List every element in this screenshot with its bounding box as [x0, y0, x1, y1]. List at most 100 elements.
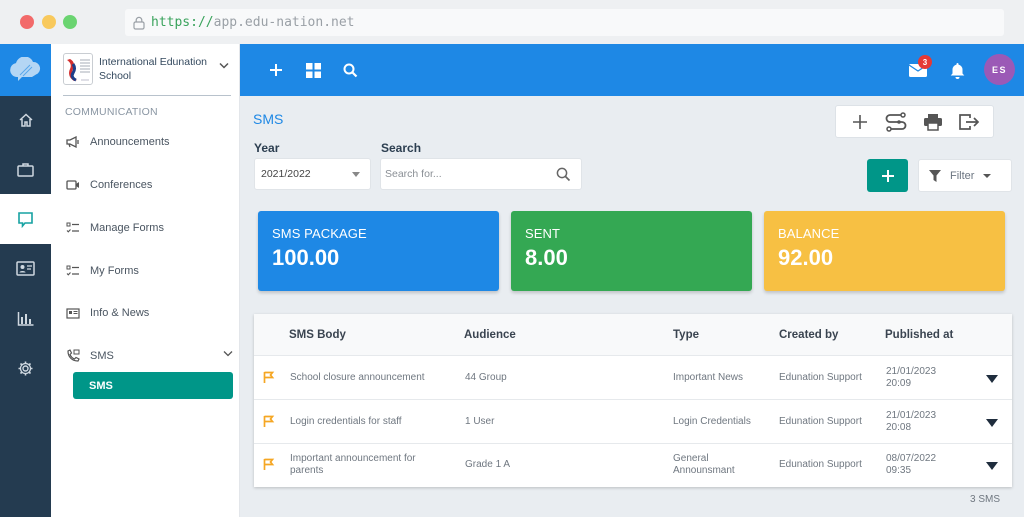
- column-header-published-at[interactable]: Published at: [885, 329, 953, 341]
- row-expand-caret-icon[interactable]: [986, 462, 998, 470]
- sidebar-item-conferences[interactable]: Conferences: [65, 173, 235, 197]
- rail-settings[interactable]: [0, 344, 51, 392]
- cell-published-at: 21/01/2023 20:08: [886, 410, 936, 434]
- rail-communication[interactable]: [0, 195, 51, 243]
- cell-sms-body: School closure announcement: [290, 372, 425, 383]
- sidebar-item-announcements[interactable]: Announcements: [65, 130, 235, 154]
- year-label: Year: [254, 141, 280, 155]
- search-label: Search: [381, 141, 422, 155]
- megaphone-icon: [66, 136, 79, 148]
- cloud-logo-icon: [9, 57, 40, 81]
- add-sms-button[interactable]: [867, 159, 908, 192]
- search-input[interactable]: [381, 168, 551, 180]
- filter-icon: [929, 169, 941, 182]
- icon-rail: [0, 44, 51, 517]
- id-card-icon: [16, 260, 35, 276]
- url-scheme: https://: [151, 15, 214, 30]
- bar-chart-icon: [17, 311, 34, 326]
- address-bar[interactable]: https://app.edu-nation.net: [125, 9, 1004, 36]
- sidebar-subitem-label: SMS: [89, 379, 113, 392]
- sidebar-subitem-sms[interactable]: SMS: [73, 372, 233, 399]
- add-action-button[interactable]: [847, 110, 873, 134]
- plus-icon: [270, 64, 282, 76]
- top-bar: 3 ES: [240, 44, 1024, 96]
- card-value: 8.00: [525, 245, 568, 270]
- minimize-window-button[interactable]: [42, 15, 56, 29]
- caret-down-icon: [983, 173, 992, 178]
- lock-icon: [133, 16, 145, 30]
- table-row[interactable]: Login credentials for staff 1 User Login…: [254, 401, 1012, 444]
- sidebar-item-info-news[interactable]: Info & News: [65, 301, 235, 325]
- quick-add-button[interactable]: [264, 58, 288, 82]
- rail-briefcase[interactable]: [0, 145, 51, 193]
- row-expand-caret-icon[interactable]: [986, 375, 998, 383]
- sidebar-item-manage-forms[interactable]: Manage Forms: [65, 216, 235, 240]
- gear-icon: [18, 361, 33, 375]
- maximize-window-button[interactable]: [63, 15, 77, 29]
- column-header-type[interactable]: Type: [673, 329, 699, 341]
- cell-type: General Announsmant: [673, 453, 735, 476]
- school-name: International Edunation School: [99, 56, 207, 82]
- bell-icon: [950, 62, 964, 79]
- checklist-icon: [66, 222, 79, 233]
- school-crest-logo: [63, 53, 93, 85]
- school-switcher[interactable]: International Edunation School: [63, 52, 231, 96]
- sidebar-item-label: My Forms: [90, 265, 139, 277]
- search-icon: [343, 63, 357, 77]
- page-title: SMS: [253, 111, 284, 127]
- filter-button[interactable]: Filter: [918, 159, 1012, 192]
- app-logo[interactable]: [0, 44, 51, 96]
- workflow-action-button[interactable]: [883, 110, 909, 134]
- sidebar: International Edunation School COMMUNICA…: [51, 44, 240, 517]
- checklist-icon: [66, 265, 79, 276]
- chevron-down-icon: [223, 351, 233, 357]
- rail-id-card[interactable]: [0, 244, 51, 292]
- year-select-value: 2021/2022: [261, 168, 311, 180]
- notifications-button[interactable]: [945, 58, 969, 82]
- cell-published-at: 21/01/2023 20:09: [886, 366, 936, 390]
- browser-chrome: https://app.edu-nation.net: [0, 0, 1024, 44]
- row-expand-caret-icon[interactable]: [986, 419, 998, 427]
- flag-icon: [263, 371, 275, 383]
- close-window-button[interactable]: [20, 15, 34, 29]
- sidebar-item-label: Announcements: [90, 136, 170, 148]
- column-header-audience[interactable]: Audience: [464, 329, 516, 341]
- global-search-button[interactable]: [338, 58, 362, 82]
- search-field[interactable]: [380, 158, 582, 190]
- card-value: 92.00: [778, 245, 834, 270]
- news-icon: [66, 307, 80, 319]
- print-button[interactable]: [920, 110, 946, 134]
- caret-down-icon: [352, 172, 360, 177]
- column-header-created-by[interactable]: Created by: [779, 329, 838, 341]
- user-avatar[interactable]: ES: [984, 54, 1015, 85]
- year-select[interactable]: 2021/2022: [254, 158, 371, 190]
- url-host: app.edu-nation.net: [213, 15, 355, 30]
- published-date: 21/01/2023: [886, 366, 937, 377]
- plus-icon: [853, 114, 868, 129]
- plus-icon: [881, 169, 894, 182]
- chat-icon: [18, 211, 33, 228]
- table-row[interactable]: Important announcement for parents Grade…: [254, 444, 1012, 487]
- card-value: 100.00: [272, 245, 340, 270]
- cell-type: Login Credentials: [673, 416, 751, 427]
- cell-audience: 1 User: [465, 416, 495, 427]
- section-label: COMMUNICATION: [65, 106, 158, 118]
- published-time: 09:35: [886, 465, 912, 476]
- flag-icon: [263, 458, 275, 470]
- briefcase-icon: [17, 162, 34, 177]
- sidebar-item-sms[interactable]: SMS: [65, 344, 235, 368]
- apps-grid-button[interactable]: [301, 58, 325, 82]
- filter-label: Filter: [950, 169, 975, 182]
- cell-sms-body: Important announcement for parents: [290, 453, 416, 476]
- home-icon: [18, 113, 33, 127]
- card-label: BALANCE: [778, 226, 840, 241]
- column-header-sms-body[interactable]: SMS Body: [289, 329, 346, 341]
- export-icon: [959, 113, 980, 130]
- rail-reports[interactable]: [0, 294, 51, 342]
- table-row[interactable]: School closure announcement 44 Group Imp…: [254, 357, 1012, 400]
- export-button[interactable]: [956, 110, 982, 134]
- published-time: 20:08: [886, 422, 912, 433]
- chevron-down-icon: [219, 62, 229, 69]
- rail-home[interactable]: [0, 96, 51, 144]
- sidebar-item-my-forms[interactable]: My Forms: [65, 259, 235, 283]
